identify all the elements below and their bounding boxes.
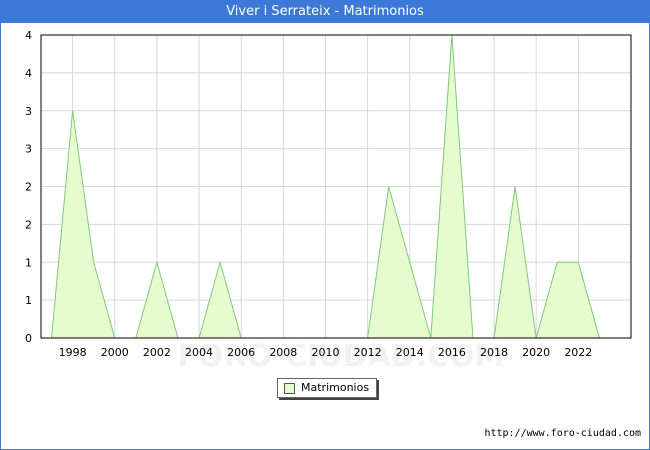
legend-label: Matrimonios bbox=[301, 381, 370, 394]
x-tick-label: 2000 bbox=[101, 346, 129, 359]
x-tick-label: 2020 bbox=[522, 346, 550, 359]
x-axis-ticks: 1998 2000 2002 2004 2006 2008 2010 2012 2014 2016… bbox=[59, 346, 593, 359]
y-tick-label: 1 bbox=[25, 294, 32, 307]
legend: Matrimonios bbox=[277, 378, 378, 398]
x-tick-label: 2022 bbox=[564, 346, 592, 359]
x-tick-label: 2008 bbox=[269, 346, 297, 359]
y-tick-label: 2 bbox=[25, 181, 32, 194]
grid bbox=[41, 34, 631, 339]
x-tick-label: 1998 bbox=[59, 346, 87, 359]
legend-swatch bbox=[284, 382, 295, 394]
y-tick-label: 0 bbox=[25, 332, 32, 345]
y-tick-label: 1 bbox=[25, 256, 32, 269]
x-tick-label: 2006 bbox=[227, 346, 255, 359]
y-axis-ticks: 0 1 1 2 2 3 3 4 4 bbox=[25, 29, 32, 345]
y-tick-label: 4 bbox=[25, 67, 32, 80]
y-tick-label: 3 bbox=[25, 143, 32, 156]
source-link[interactable]: http://www.foro-ciudad.com bbox=[484, 428, 641, 439]
x-tick-label: 2012 bbox=[354, 346, 382, 359]
x-tick-label: 2016 bbox=[438, 346, 466, 359]
y-tick-label: 4 bbox=[25, 29, 32, 42]
y-tick-label: 2 bbox=[25, 218, 32, 231]
chart-window: Viver i Serrateix - Matrimonios FORO-CIU… bbox=[0, 0, 650, 450]
x-tick-label: 2014 bbox=[396, 346, 424, 359]
x-tick-label: 2002 bbox=[143, 346, 171, 359]
y-tick-label: 3 bbox=[25, 105, 32, 118]
x-tick-label: 2018 bbox=[480, 346, 508, 359]
x-tick-label: 2004 bbox=[185, 346, 213, 359]
x-tick-label: 2010 bbox=[311, 346, 339, 359]
